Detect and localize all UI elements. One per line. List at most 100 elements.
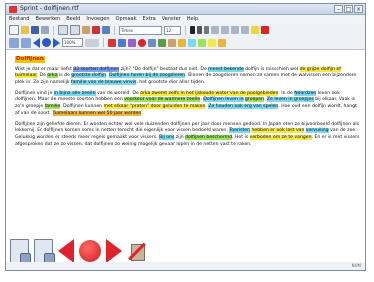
read-aloud-icon[interactable] — [9, 37, 19, 48]
save-icon[interactable] — [31, 26, 39, 34]
paste-icon[interactable] — [82, 26, 90, 34]
window-title: Sprint - dolfijnen.rtf — [20, 5, 79, 12]
underline-icon[interactable] — [204, 26, 209, 34]
highlighted-text: Toeristen — [229, 128, 251, 134]
size-combo[interactable]: 12 — [164, 25, 181, 35]
highlighted-text: hebben er ook last van — [251, 128, 305, 134]
align-right-icon[interactable] — [231, 26, 239, 34]
highlighted-text: Noordzee — [294, 90, 317, 96]
highlight-icon[interactable] — [251, 26, 259, 34]
body-text: dolfijn is misschien wel — [243, 66, 300, 72]
highlighted-text: meest bekende — [208, 66, 244, 72]
menu-tools[interactable]: Extra — [143, 15, 156, 24]
document-open-icon[interactable] — [10, 238, 31, 264]
close-button[interactable]: × — [354, 5, 363, 13]
body-text: . De — [36, 73, 48, 79]
new-document-icon[interactable] — [9, 25, 19, 35]
body-text: Wist je dat er maar liefst — [15, 66, 74, 72]
highlighted-text: Ze leven in groepjes — [266, 97, 314, 103]
bold-icon[interactable] — [190, 26, 195, 34]
text-color-icon[interactable] — [261, 26, 269, 34]
menu-bar: Bestand Bewerken Beeld Invoegen Opmaak E… — [6, 15, 365, 24]
body-text: . In de — [278, 90, 295, 96]
highlighted-text: familie — [44, 104, 61, 110]
body-text: . Het is — [232, 134, 250, 140]
menu-window[interactable]: Venster — [162, 15, 181, 24]
body-text: . Dolfijnen kunnen — [60, 104, 104, 110]
bullet-list-icon[interactable] — [241, 26, 249, 34]
stop-speech-icon[interactable] — [138, 38, 146, 47]
stop-icon[interactable] — [42, 38, 51, 47]
marker-orange-icon[interactable] — [218, 38, 226, 47]
highlighted-text: familie van de blauwe vinvis — [71, 79, 137, 85]
spell-check-icon[interactable] — [118, 38, 126, 47]
highlighted-text: met elkaar "praten" door geluiden te mak… — [103, 104, 206, 110]
marker-yellow-icon[interactable] — [208, 38, 216, 47]
paragraph-threats: Dolfijnen zijn geliefde dieren. Er worde… — [15, 122, 360, 148]
menu-insert[interactable]: Invoegen — [86, 15, 109, 24]
cut-icon[interactable] — [58, 25, 68, 35]
mark-icon[interactable] — [178, 38, 186, 47]
toolbar-separator — [103, 38, 104, 47]
toolbar-separator — [185, 25, 186, 35]
speed-slider-icon[interactable] — [85, 38, 99, 47]
delete-icon[interactable] — [92, 26, 100, 34]
align-center-icon[interactable] — [221, 26, 229, 34]
highlighted-text: in bijna alle zeeën — [53, 90, 96, 96]
menu-edit[interactable]: Bewerken — [35, 15, 60, 24]
highlighted-text: Dolfijnen leven in — [203, 97, 244, 103]
app-window: Sprint - dolfijnen.rtf – □ × Bestand Bew… — [5, 3, 366, 271]
body-text: is de — [57, 73, 72, 79]
settings-icon[interactable] — [148, 38, 156, 47]
maximize-button[interactable]: □ — [344, 5, 353, 13]
menu-file[interactable]: Bestand — [9, 15, 29, 24]
highlighted-text: 33 soorten dolfijnen — [73, 66, 120, 72]
dictionary-icon[interactable] — [108, 38, 116, 47]
highlighted-text: orka zwemt zelfs in het ijskoude water v… — [140, 90, 279, 96]
highlighted-text: dolfijnen beschermd — [185, 134, 233, 140]
highlighted-text: Dolfijnen horen bij de zoogdieren — [108, 73, 186, 79]
marker-green-icon[interactable] — [198, 38, 206, 47]
minimize-button[interactable]: – — [334, 5, 343, 13]
word-prediction-icon[interactable] — [128, 38, 136, 47]
body-text: van de wereld. De — [95, 90, 141, 96]
open-folder-icon[interactable] — [21, 26, 29, 34]
paragraph-behaviour: Dolfijnen vind je in bijna alle zeeën va… — [15, 90, 360, 117]
paragraph-habitat-species: Wist je dat er maar liefst 33 soorten do… — [15, 66, 360, 87]
title-bar: Sprint - dolfijnen.rtf – □ × — [6, 4, 365, 15]
print-icon[interactable] — [41, 26, 49, 34]
menu-help[interactable]: Help — [187, 15, 198, 24]
highlighted-text: Ze houden ook erg van spelen — [208, 104, 279, 110]
toolbar-separator — [114, 25, 115, 35]
menu-format[interactable]: Opmaak — [116, 15, 137, 24]
app-icon — [9, 6, 17, 13]
toolbar-separator — [53, 25, 54, 35]
highlighted-text: voorkeur voor de warmere zeeën — [124, 97, 201, 103]
highlighted-text: Tuimelaars kunnen wel 50 jaar worden — [52, 110, 142, 116]
highlighted-text: Bij ons — [159, 134, 175, 140]
forward-icon[interactable] — [106, 238, 122, 263]
marker-blue-icon[interactable] — [188, 38, 196, 47]
highlighted-text: groepen — [244, 97, 264, 103]
document-heading: Dolfijnen — [15, 56, 45, 63]
font-combo[interactable]: Times — [119, 25, 162, 35]
copy-icon[interactable] — [70, 25, 80, 35]
highlighted-text: orka — [47, 73, 58, 79]
find-icon[interactable] — [158, 38, 166, 47]
delete-document-icon[interactable] — [127, 241, 147, 261]
next-icon[interactable] — [53, 37, 60, 48]
menu-view[interactable]: Beeld — [66, 15, 80, 24]
body-text: zijn — [174, 134, 186, 140]
back-icon[interactable] — [58, 238, 74, 263]
read-selection-icon[interactable] — [21, 37, 31, 48]
previous-icon[interactable] — [33, 37, 40, 48]
align-left-icon[interactable] — [211, 26, 219, 34]
zoom-combo[interactable]: 100% — [62, 38, 83, 47]
document-area[interactable]: Dolfijnen Wist je dat er maar liefst 33 … — [15, 56, 360, 233]
body-text: Dolfijnen vind je — [15, 90, 54, 96]
undo-icon[interactable] — [102, 26, 110, 34]
note-icon[interactable] — [168, 38, 176, 47]
italic-icon[interactable] — [197, 26, 202, 34]
document-save-icon[interactable] — [34, 238, 55, 264]
stop-circle-icon[interactable] — [79, 239, 101, 262]
